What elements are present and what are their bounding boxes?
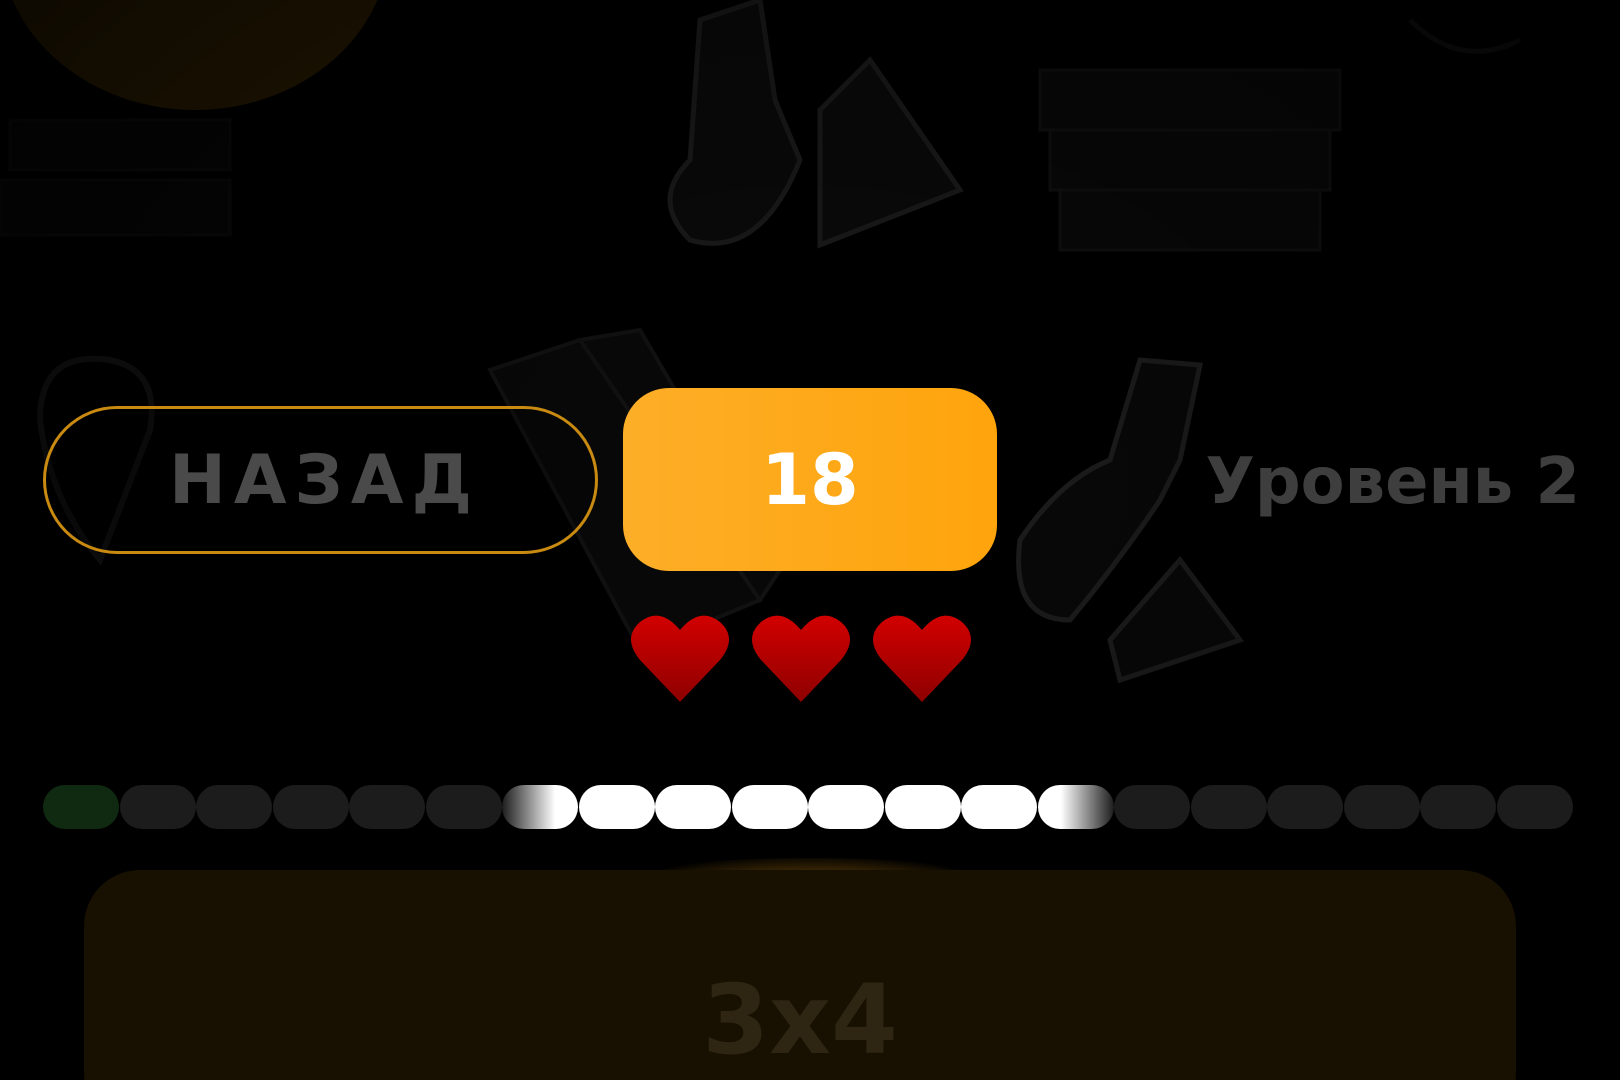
progress-segment	[1191, 785, 1267, 829]
question-text: 3x4	[702, 964, 898, 1076]
back-button-label: НАЗАД	[168, 440, 481, 520]
back-button[interactable]: НАЗАД	[43, 406, 598, 554]
progress-segment	[120, 785, 196, 829]
progress-segment	[502, 785, 578, 829]
heart-icon	[752, 615, 850, 702]
lives-indicator	[630, 610, 990, 710]
heart-icon	[873, 615, 971, 702]
progress-segment	[426, 785, 502, 829]
level-label: Уровень 2	[1205, 445, 1580, 519]
progress-segment	[349, 785, 425, 829]
timer-value: 18	[761, 438, 859, 521]
progress-segment	[273, 785, 349, 829]
progress-segment	[885, 785, 961, 829]
progress-segment	[43, 785, 119, 829]
progress-segment	[1344, 785, 1420, 829]
progress-segment	[732, 785, 808, 829]
question-progress-bar	[43, 785, 1578, 829]
progress-segment	[579, 785, 655, 829]
progress-segment	[1114, 785, 1190, 829]
progress-segment	[1497, 785, 1573, 829]
timer-badge: 18	[623, 388, 997, 571]
progress-segment	[655, 785, 731, 829]
progress-segment	[196, 785, 272, 829]
progress-segment	[1267, 785, 1343, 829]
question-card: 3x4	[84, 870, 1516, 1080]
progress-segment	[1038, 785, 1114, 829]
heart-icon	[631, 615, 729, 702]
progress-segment	[808, 785, 884, 829]
progress-segment	[1420, 785, 1496, 829]
progress-segment	[961, 785, 1037, 829]
